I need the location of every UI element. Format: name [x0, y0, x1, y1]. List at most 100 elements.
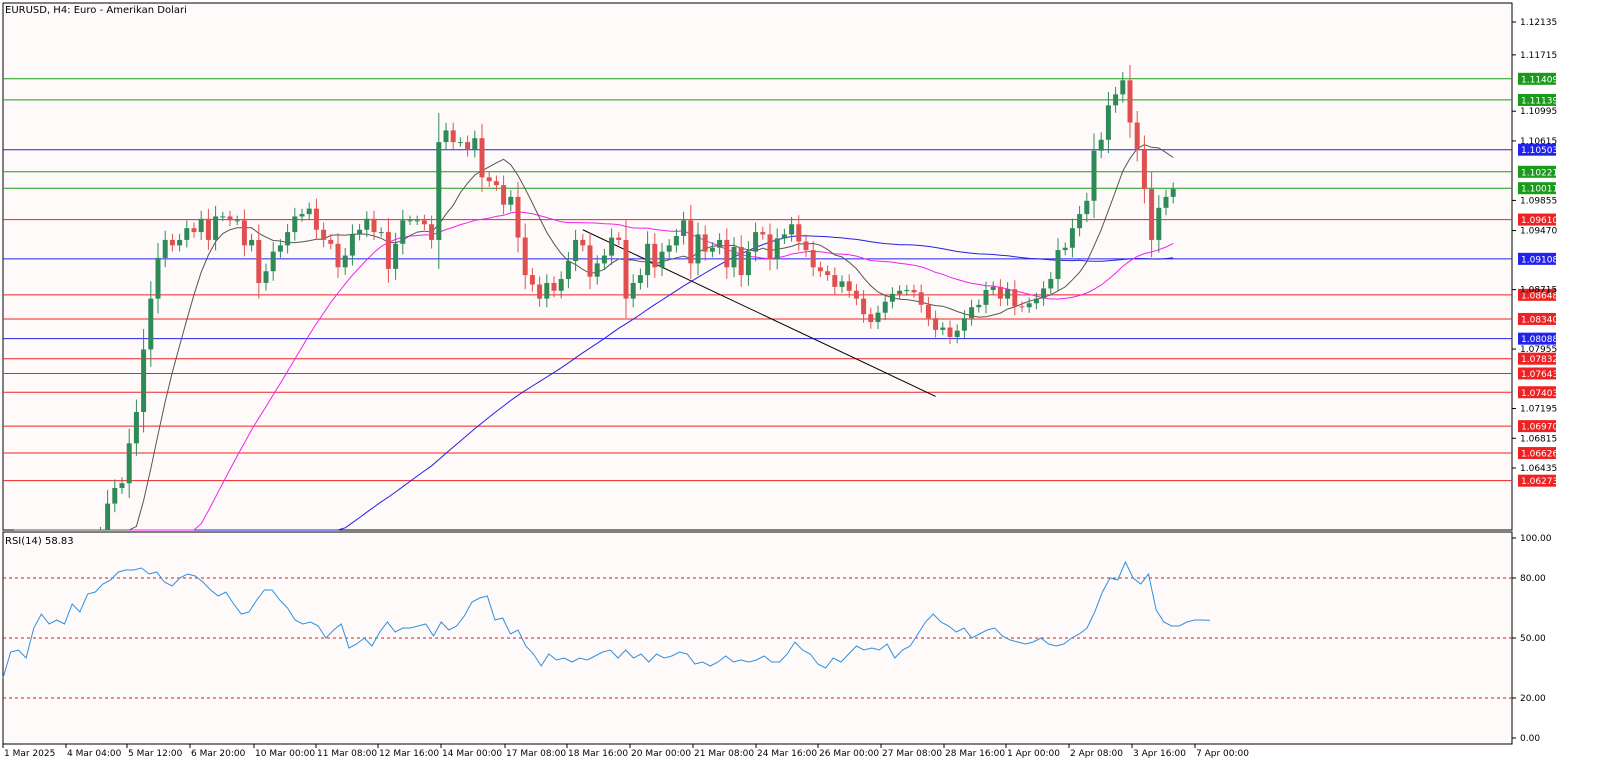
time-axis-tick-label: 6 Mar 20:00: [191, 749, 246, 759]
candle-body: [407, 220, 413, 222]
candle-body: [321, 229, 327, 240]
candle-body: [133, 412, 139, 444]
candle-body: [587, 245, 593, 277]
candle-body: [371, 218, 377, 233]
candle-body: [1084, 200, 1090, 215]
candle-body: [897, 290, 903, 294]
candle-body: [277, 245, 283, 252]
candle-body: [839, 281, 845, 287]
time-axis-tick-label: 1 Apr 00:00: [1007, 749, 1060, 759]
candle-body: [126, 443, 132, 484]
candle-body: [645, 243, 651, 276]
candle-body: [1048, 279, 1054, 289]
candle-body: [450, 130, 456, 143]
price-level-tag: 1.09610: [1518, 213, 1558, 226]
candle-body: [119, 483, 125, 488]
price-level-tag-text: 1.09108: [1521, 255, 1558, 265]
candle-body: [342, 255, 348, 268]
candle-body: [177, 239, 183, 246]
candle-body: [810, 250, 816, 268]
candle-body: [414, 220, 420, 222]
price-axis-tick-label: 1.09855: [1520, 196, 1557, 206]
candle-body: [385, 232, 391, 269]
price-level-tag-text: 1.06970: [1521, 423, 1558, 433]
price-level-tag-text: 1.06626: [1521, 450, 1558, 460]
price-axis-tick-label: 1.10995: [1520, 107, 1557, 117]
candle-body: [1062, 247, 1068, 251]
candle-body: [479, 138, 485, 178]
candle-body: [292, 216, 298, 233]
time-axis-tick-label: 7 Apr 00:00: [1196, 749, 1249, 759]
candle-body: [652, 243, 658, 268]
candle-body: [169, 239, 175, 246]
time-axis-tick-label: 3 Apr 16:00: [1133, 749, 1186, 759]
price-chart: EURUSD, H4: Euro - Amerikan Dolari RSI(1…: [0, 0, 1599, 778]
candle-body: [753, 232, 759, 252]
candle-body: [234, 220, 240, 222]
candle-body: [933, 318, 939, 330]
candle-body: [1019, 306, 1025, 308]
candle-body: [328, 239, 334, 244]
candle-body: [335, 243, 341, 268]
time-axis-tick-label: 11 Mar 08:00: [317, 749, 377, 759]
candle-body: [263, 271, 269, 283]
candle-body: [969, 307, 975, 319]
candle-body: [184, 228, 190, 240]
candle-body: [825, 271, 831, 276]
candle-body: [1041, 288, 1047, 299]
candle-body: [522, 237, 528, 276]
candle-body: [501, 185, 507, 205]
price-level-tag: 1.06626: [1518, 447, 1558, 460]
candle-body: [299, 214, 305, 217]
time-axis-tick-label: 21 Mar 08:00: [694, 749, 754, 759]
price-axis-tick-label: 1.06815: [1520, 434, 1557, 444]
time-axis-tick-label: 17 Mar 08:00: [506, 749, 566, 759]
candle-body: [666, 245, 672, 252]
time-axis-tick-label: 1 Mar 2025: [4, 749, 55, 759]
price-axis-tick-label: 1.12135: [1520, 18, 1557, 28]
candle-body: [1163, 196, 1169, 208]
price-level-tag: 1.07403: [1518, 386, 1558, 399]
candle-body: [162, 239, 168, 258]
candle-body: [731, 246, 737, 268]
price-axis-tick-label: 1.06435: [1520, 464, 1557, 474]
candle-body: [803, 241, 809, 251]
price-level-tag-text: 1.06273: [1521, 477, 1558, 487]
candle-body: [529, 275, 535, 285]
time-axis-tick-label: 4 Mar 04:00: [67, 749, 122, 759]
price-level-tag-text: 1.09610: [1521, 216, 1558, 226]
price-level-tag: 1.10011: [1518, 182, 1558, 195]
candle-body: [429, 224, 435, 240]
candle-body: [961, 318, 967, 331]
time-axis-tick-label: 2 Apr 08:00: [1070, 749, 1123, 759]
candle-body: [148, 298, 154, 350]
candle-body: [393, 243, 399, 269]
rsi-axis-tick-label: 100.00: [1520, 534, 1552, 544]
candle-body: [141, 349, 147, 413]
candle-body: [637, 275, 643, 283]
candle-body: [421, 220, 427, 225]
candle-body: [198, 218, 204, 233]
candle-body: [1156, 207, 1162, 240]
candle-body: [990, 286, 996, 290]
candle-body: [997, 286, 1003, 299]
candle-body: [364, 218, 370, 230]
candle-body: [774, 238, 780, 260]
candle-body: [976, 304, 982, 308]
price-axis-tick-label: 1.10615: [1520, 137, 1557, 147]
candle-body: [623, 239, 629, 299]
candle-body: [918, 292, 924, 305]
price-axis-tick-label: 1.11715: [1520, 51, 1557, 61]
rsi-axis-tick-label: 80.00: [1520, 574, 1546, 584]
candle-body: [673, 236, 679, 246]
candle-body: [241, 220, 247, 246]
candle-body: [220, 216, 226, 218]
candle-body: [594, 263, 600, 277]
candle-body: [709, 247, 715, 252]
candle-body: [565, 261, 571, 280]
price-axis-tick-label: 1.07955: [1520, 345, 1557, 355]
chart-area: EURUSD, H4: Euro - Amerikan Dolari RSI(1…: [0, 0, 1599, 778]
rsi-axis-tick-label: 50.00: [1520, 634, 1546, 644]
price-level-tag-text: 1.10011: [1521, 185, 1558, 195]
candle-body: [1120, 80, 1126, 95]
